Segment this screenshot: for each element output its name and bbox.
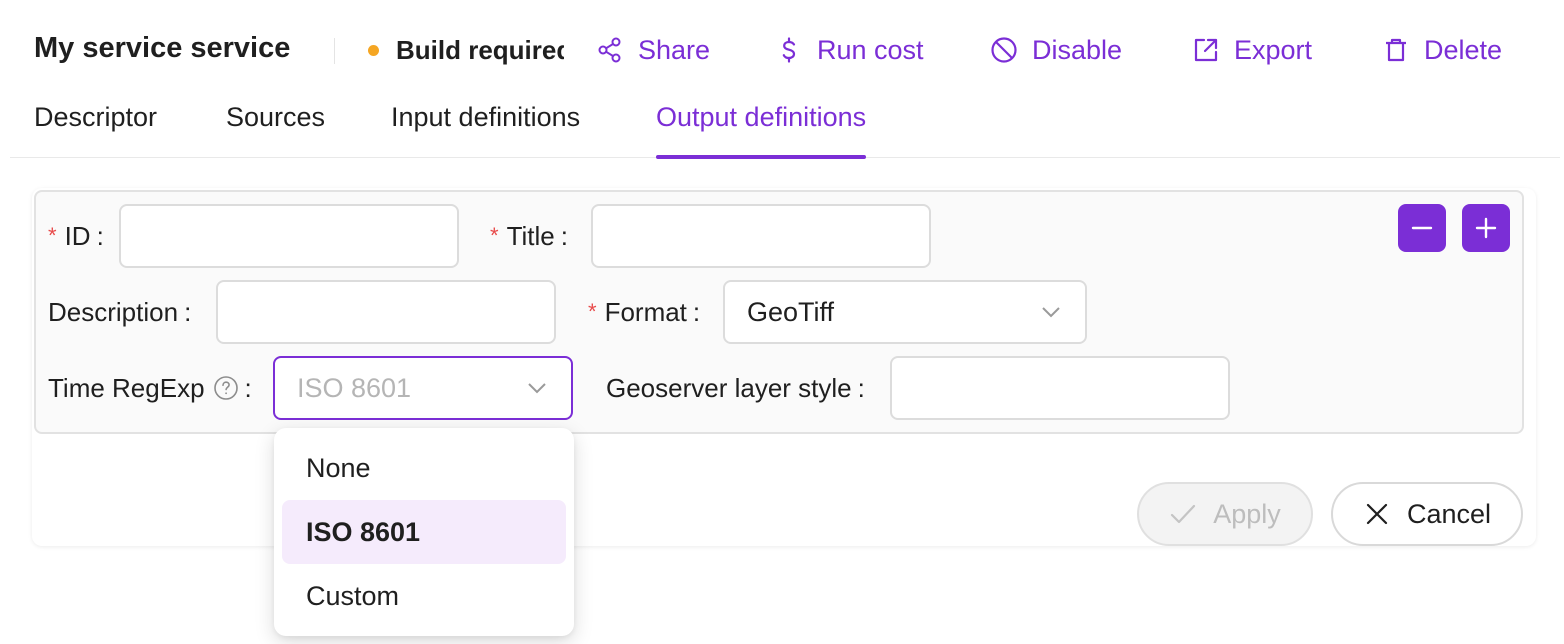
id-label: * ID: xyxy=(48,220,104,251)
geoserver-style-label: Geoserver layer style: xyxy=(606,372,865,403)
format-label: * Format: xyxy=(588,296,701,327)
cancel-button[interactable]: Cancel xyxy=(1331,482,1523,546)
status-label: Build required xyxy=(396,34,564,65)
id-input[interactable] xyxy=(119,204,459,268)
format-select[interactable]: GeoTiff xyxy=(723,280,1087,344)
share-icon xyxy=(598,37,621,63)
dropdown-option-custom[interactable]: Custom xyxy=(282,564,566,628)
export-icon xyxy=(1194,38,1218,62)
dropdown-option-iso-8601[interactable]: ISO 8601 xyxy=(282,500,566,564)
required-marker: * xyxy=(588,299,597,324)
tab-descriptor[interactable]: Descriptor xyxy=(34,102,157,158)
description-label: Description: xyxy=(48,296,192,327)
minus-icon xyxy=(1411,226,1433,230)
trash-icon xyxy=(1386,38,1406,62)
share-label: Share xyxy=(638,34,711,65)
time-regexp-dropdown: None ISO 8601 Custom xyxy=(274,428,574,636)
disable-icon xyxy=(991,37,1017,63)
chevron-down-icon xyxy=(1042,307,1060,318)
delete-button[interactable]: Delete xyxy=(1382,30,1502,70)
status-badge: Build required xyxy=(368,32,564,68)
page: My service service Build required Share … xyxy=(10,0,1560,644)
cancel-label: Cancel xyxy=(1406,498,1492,529)
geoserver-style-input[interactable] xyxy=(890,356,1230,420)
close-icon xyxy=(1366,503,1388,525)
apply-label: Apply xyxy=(1213,498,1281,529)
format-selected-value: GeoTiff xyxy=(747,296,835,327)
time-regexp-label: Time RegExp : xyxy=(48,372,252,403)
disable-label: Disable xyxy=(1032,34,1123,65)
delete-label: Delete xyxy=(1424,34,1503,65)
run-cost-label: Run cost xyxy=(817,34,924,65)
description-input[interactable] xyxy=(216,280,556,344)
required-marker: * xyxy=(490,223,499,248)
tab-output-definitions[interactable]: Output definitions xyxy=(656,102,867,159)
status-dot-icon xyxy=(368,44,379,56)
run-cost-button[interactable]: Run cost xyxy=(775,30,924,70)
chevron-down-icon xyxy=(528,383,546,394)
plus-icon xyxy=(1475,217,1497,239)
disable-button[interactable]: Disable xyxy=(990,30,1122,70)
tab-sources[interactable]: Sources xyxy=(226,102,325,158)
add-output-button[interactable] xyxy=(1462,204,1510,252)
header-divider xyxy=(334,38,335,64)
remove-output-button[interactable] xyxy=(1398,204,1446,252)
title-label: * Title: xyxy=(490,220,568,251)
dropdown-option-none[interactable]: None xyxy=(282,436,566,500)
header: My service service Build required Share … xyxy=(10,0,1560,100)
share-button[interactable]: Share xyxy=(596,30,710,70)
dollar-icon xyxy=(782,37,796,63)
required-marker: * xyxy=(48,223,57,248)
question-circle-icon[interactable] xyxy=(213,375,239,401)
time-regexp-selected-value: ISO 8601 xyxy=(297,372,412,403)
export-button[interactable]: Export xyxy=(1192,30,1312,70)
title-input[interactable] xyxy=(591,204,931,268)
page-title: My service service xyxy=(34,32,291,64)
tab-bar: Descriptor Sources Input definitions Out… xyxy=(10,96,1560,159)
apply-button[interactable]: Apply xyxy=(1137,482,1313,546)
check-icon xyxy=(1171,504,1196,524)
export-label: Export xyxy=(1234,34,1313,65)
time-regexp-select[interactable]: ISO 8601 xyxy=(273,356,573,420)
tab-input-definitions[interactable]: Input definitions xyxy=(391,102,580,158)
